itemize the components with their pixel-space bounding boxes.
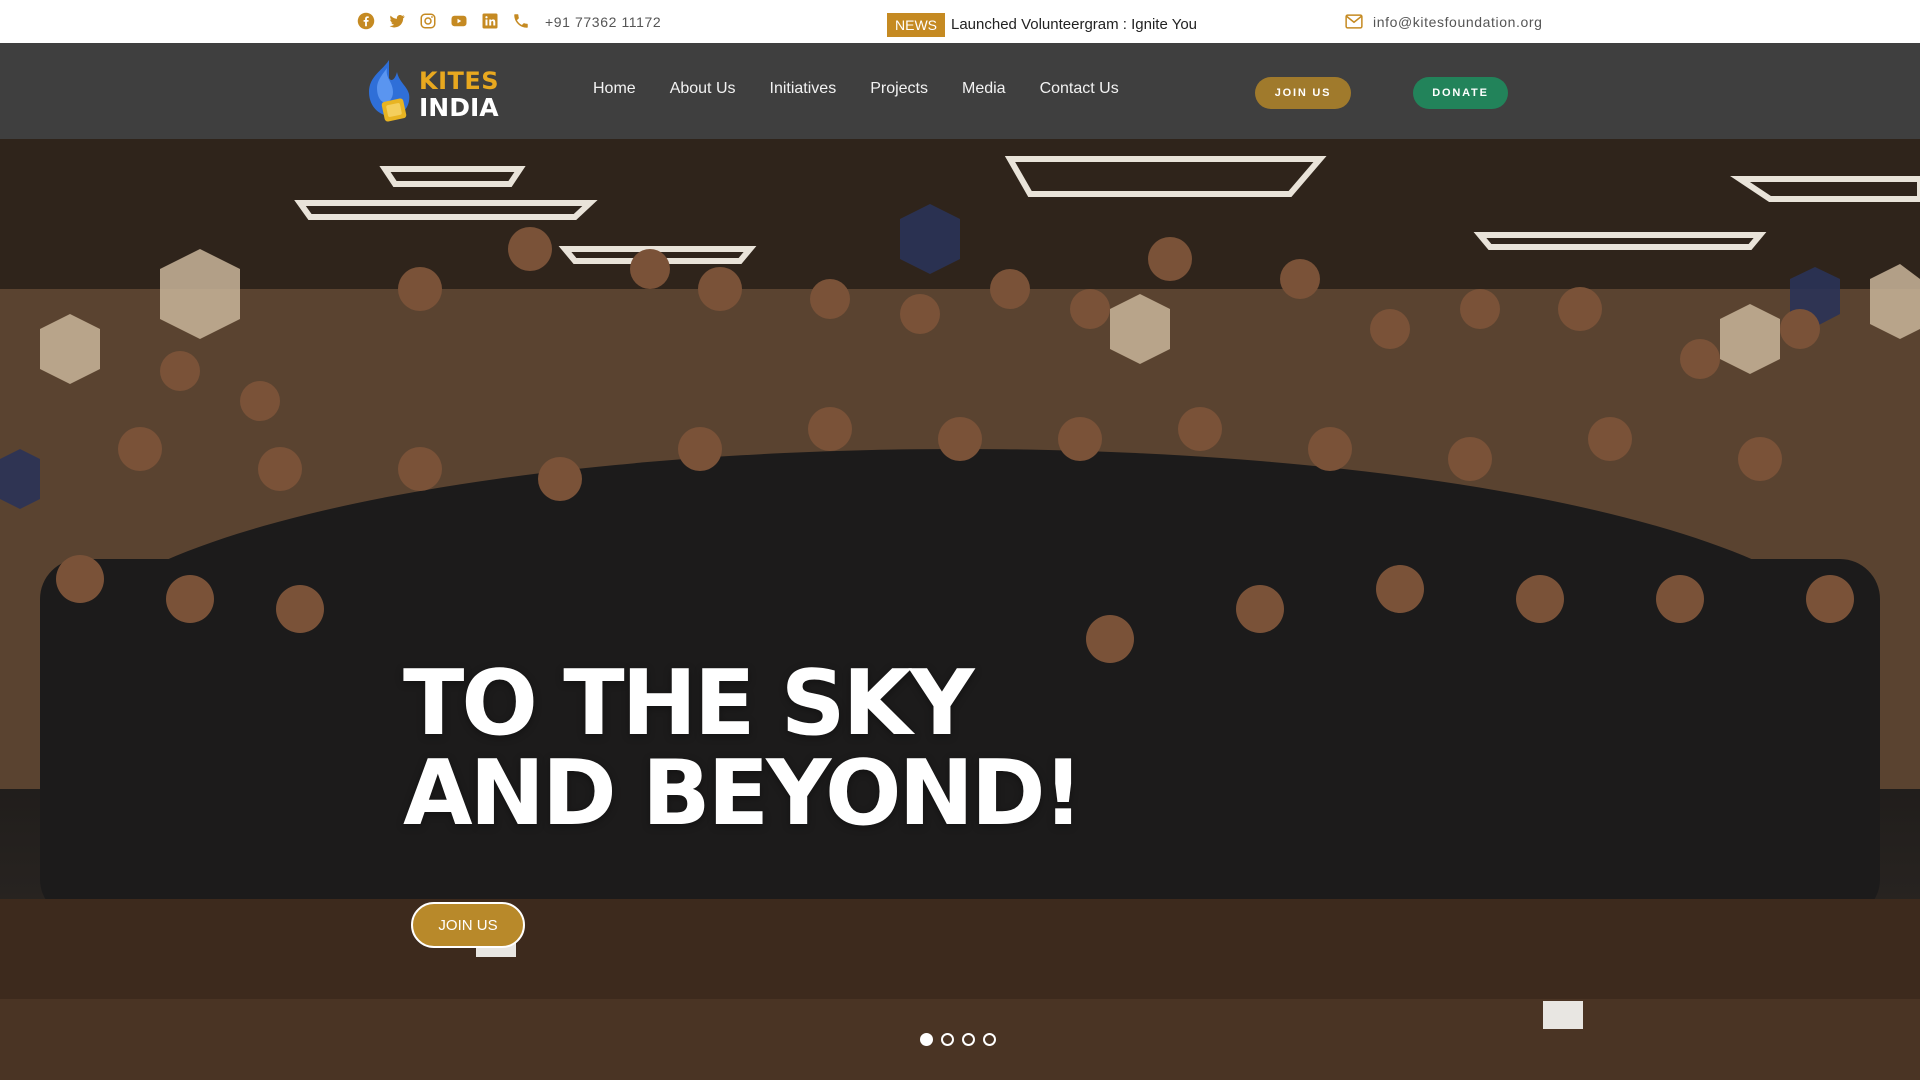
hero-headline-line-1: TO THE SKY [403, 651, 974, 756]
hero-group-photo [0, 139, 1920, 1080]
logo-word-kites: KITES [419, 66, 500, 95]
social-links: +91 77362 11172 [357, 12, 661, 32]
donate-button[interactable]: DONATE [1413, 77, 1508, 109]
facebook-icon[interactable] [357, 12, 377, 32]
kites-logo-icon [369, 60, 410, 122]
slider-dot-4[interactable] [983, 1033, 996, 1046]
slider-dot-1[interactable] [920, 1033, 933, 1046]
hero-headline-line-2: AND BEYOND! [403, 741, 1084, 846]
nav-item-projects[interactable]: Projects [870, 80, 928, 98]
instagram-icon[interactable] [419, 12, 439, 32]
news-headline[interactable]: Launched Volunteergram : Ignite You [951, 16, 1197, 33]
youtube-icon[interactable] [450, 12, 470, 32]
envelope-icon [1345, 14, 1363, 30]
news-badge: NEWS [887, 12, 945, 37]
join-us-button[interactable]: JOIN US [1255, 77, 1351, 109]
news-ticker: NEWS Launched Volunteergram : Ignite You [887, 12, 1227, 37]
twitter-icon[interactable] [388, 12, 408, 32]
nav-item-about-us[interactable]: About Us [670, 80, 736, 98]
logo-word-india: INDIA [419, 92, 499, 122]
nav-item-media[interactable]: Media [962, 80, 1006, 98]
nav-item-contact-us[interactable]: Contact Us [1040, 80, 1119, 98]
site-logo[interactable]: KITES INDIA [363, 58, 499, 130]
top-bar: +91 77362 11172 NEWS Launched Volunteerg… [0, 0, 1920, 43]
main-navbar: KITES INDIA Home About Us Initiatives Pr… [0, 43, 1920, 139]
linkedin-icon[interactable] [481, 12, 501, 32]
slider-dot-3[interactable] [962, 1033, 975, 1046]
hero-join-us-button[interactable]: JOIN US [411, 902, 525, 948]
slider-pagination [920, 1033, 1004, 1046]
slider-dot-2[interactable] [941, 1033, 954, 1046]
nav-item-initiatives[interactable]: Initiatives [770, 80, 837, 98]
primary-menu: Home About Us Initiatives Projects Media… [593, 80, 1153, 98]
email-address[interactable]: info@kitesfoundation.org [1373, 14, 1543, 30]
nav-item-home[interactable]: Home [593, 80, 636, 98]
phone-number[interactable]: +91 77362 11172 [545, 14, 661, 30]
hero-headline: TO THE SKY AND BEYOND! [403, 651, 1084, 846]
phone-icon [512, 12, 532, 32]
hero-slider: TO THE SKY AND BEYOND! JOIN US [0, 139, 1920, 1080]
contact-email: info@kitesfoundation.org [1345, 14, 1543, 30]
